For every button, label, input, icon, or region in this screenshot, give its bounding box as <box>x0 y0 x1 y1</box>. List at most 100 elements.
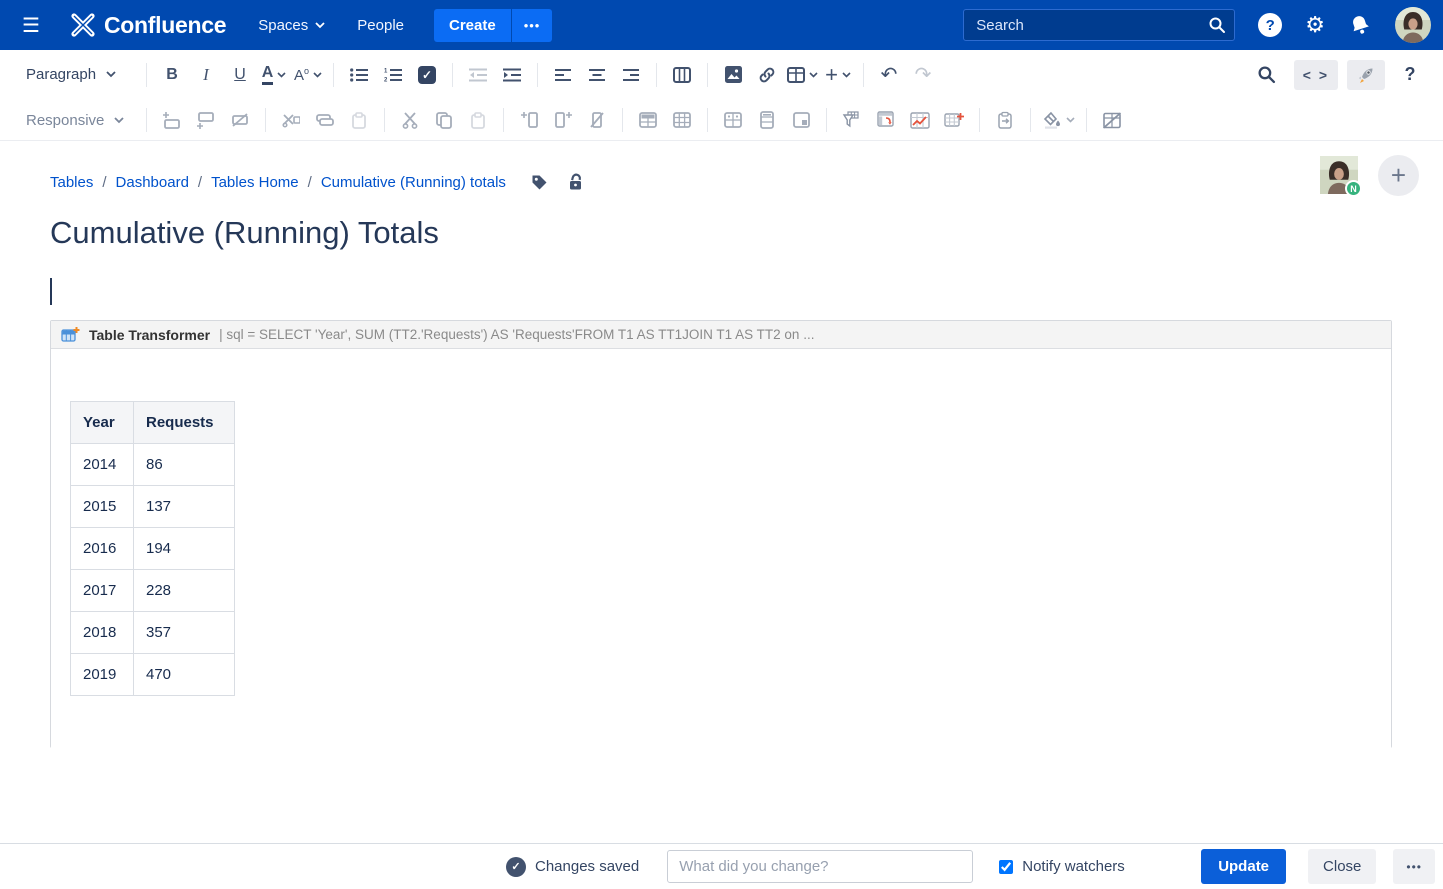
search-icon[interactable] <box>1208 16 1226 34</box>
breadcrumb-link-tables-home[interactable]: Tables Home <box>211 174 299 191</box>
breadcrumb-separator: / <box>198 174 202 191</box>
table-row: 2016194 <box>71 528 235 570</box>
macro-body[interactable]: Year Requests 201486 2015137 2016194 201… <box>51 349 1391 748</box>
underline-button[interactable]: U <box>226 60 254 90</box>
notifications-bell-icon[interactable] <box>1348 13 1372 37</box>
macro-header[interactable]: Table Transformer | sql = SELECT 'Year',… <box>51 321 1391 349</box>
more-formatting-button[interactable]: Ao <box>294 60 322 90</box>
cell-properties-icon <box>793 112 810 128</box>
table-chart-button[interactable] <box>906 105 934 135</box>
add-column-before-button <box>515 105 543 135</box>
cell-requests[interactable]: 470 <box>134 654 235 696</box>
collaborator-avatar[interactable]: N <box>1320 156 1358 194</box>
cell-requests[interactable]: 228 <box>134 570 235 612</box>
logo-text: Confluence <box>104 12 226 39</box>
presence-badge: N <box>1345 180 1362 197</box>
toolbar-separator <box>622 108 623 132</box>
insert-table-button[interactable] <box>787 60 818 90</box>
task-list-button[interactable]: ✓ <box>413 60 441 90</box>
table-grid-icon <box>673 112 691 128</box>
page-layout-button[interactable] <box>668 60 696 90</box>
table-transformer-macro[interactable]: Table Transformer | sql = SELECT 'Year',… <box>50 320 1392 748</box>
nav-people[interactable]: People <box>357 17 404 34</box>
table-row: 2018357 <box>71 612 235 654</box>
data-table[interactable]: Year Requests 201486 2015137 2016194 201… <box>70 401 235 696</box>
breadcrumb-link-current-page[interactable]: Cumulative (Running) totals <box>321 174 506 191</box>
footer-more-button[interactable]: ••• <box>1393 849 1435 884</box>
update-button[interactable]: Update <box>1201 849 1286 884</box>
text-color-button[interactable]: A <box>260 60 288 90</box>
close-button[interactable]: Close <box>1308 849 1376 884</box>
labels-tag-icon[interactable] <box>531 174 548 191</box>
page-title[interactable]: Cumulative (Running) Totals <box>50 215 439 251</box>
align-left-button[interactable] <box>549 60 577 90</box>
cell-year[interactable]: 2017 <box>71 570 134 612</box>
align-right-button[interactable] <box>617 60 645 90</box>
outdent-button <box>464 60 492 90</box>
table-mode-dropdown[interactable]: Responsive <box>20 108 138 133</box>
insert-more-button[interactable]: + <box>824 60 852 90</box>
breadcrumb-link-dashboard[interactable]: Dashboard <box>116 174 189 191</box>
launch-rocket-button[interactable] <box>1347 60 1385 90</box>
add-column-after-icon <box>555 111 572 129</box>
merge-cells-icon <box>724 112 742 128</box>
confluence-logo[interactable]: Confluence <box>70 12 226 39</box>
paragraph-style-dropdown[interactable]: Paragraph <box>20 62 138 87</box>
cell-requests[interactable]: 137 <box>134 486 235 528</box>
copy-row-icon <box>316 113 334 127</box>
version-comment-input[interactable] <box>667 850 973 883</box>
breadcrumb-link-tables[interactable]: Tables <box>50 174 93 191</box>
user-avatar[interactable] <box>1395 7 1431 43</box>
unlock-icon[interactable] <box>568 173 583 191</box>
search-input[interactable] <box>963 9 1235 41</box>
hamburger-menu-icon[interactable]: ☰ <box>22 13 48 38</box>
toolbar-separator <box>146 108 147 132</box>
create-button[interactable]: Create <box>434 9 511 42</box>
column-header-year[interactable]: Year <box>71 402 134 444</box>
cell-year[interactable]: 2015 <box>71 486 134 528</box>
cell-year[interactable]: 2019 <box>71 654 134 696</box>
insert-link-button[interactable] <box>753 60 781 90</box>
undo-button[interactable]: ↶ <box>875 60 903 90</box>
cell-year[interactable]: 2018 <box>71 612 134 654</box>
editor-help-button[interactable]: ? <box>1396 60 1424 90</box>
add-data-table-icon <box>944 111 964 129</box>
macro-parameters: | sql = SELECT 'Year', SUM (TT2.'Request… <box>219 327 814 342</box>
invite-collaborator-button[interactable]: + <box>1378 155 1419 196</box>
remove-table-button[interactable] <box>1098 105 1126 135</box>
add-data-table-button[interactable] <box>940 105 968 135</box>
cell-requests[interactable]: 86 <box>134 444 235 486</box>
cell-requests[interactable]: 357 <box>134 612 235 654</box>
create-more-button[interactable]: ••• <box>511 9 553 42</box>
filter-table-button[interactable] <box>838 105 866 135</box>
notify-watchers-checkbox[interactable] <box>999 860 1013 874</box>
italic-button[interactable]: I <box>192 60 220 90</box>
toolbar-separator <box>826 108 827 132</box>
bold-button[interactable]: B <box>158 60 186 90</box>
column-header-requests[interactable]: Requests <box>134 402 235 444</box>
cell-year[interactable]: 2014 <box>71 444 134 486</box>
bullet-list-button[interactable] <box>345 60 373 90</box>
chevron-down-icon <box>313 72 322 78</box>
saved-check-icon: ✓ <box>506 857 526 877</box>
insert-files-button[interactable] <box>719 60 747 90</box>
help-icon[interactable]: ? <box>1258 13 1282 37</box>
indent-button[interactable] <box>498 60 526 90</box>
pivot-table-button[interactable] <box>872 105 900 135</box>
text-color-icon: A <box>262 64 274 85</box>
numbered-list-button[interactable]: 12 <box>379 60 407 90</box>
source-editor-button[interactable]: < > <box>1294 60 1338 90</box>
editor-content[interactable]: Tables / Dashboard / Tables Home / Cumul… <box>0 141 1443 843</box>
cell-requests[interactable]: 194 <box>134 528 235 570</box>
align-center-button[interactable] <box>583 60 611 90</box>
cell-fill-color-button[interactable] <box>1042 105 1075 135</box>
cell-year[interactable]: 2016 <box>71 528 134 570</box>
find-replace-button[interactable] <box>1253 60 1281 90</box>
confluence-mark-icon <box>70 12 96 38</box>
nav-spaces[interactable]: Spaces <box>258 17 325 34</box>
gear-icon[interactable]: ⚙ <box>1305 14 1325 36</box>
add-row-above-icon <box>163 112 181 129</box>
copy-table-button[interactable] <box>991 105 1019 135</box>
redo-button: ↷ <box>909 60 937 90</box>
cut-icon <box>402 112 418 129</box>
